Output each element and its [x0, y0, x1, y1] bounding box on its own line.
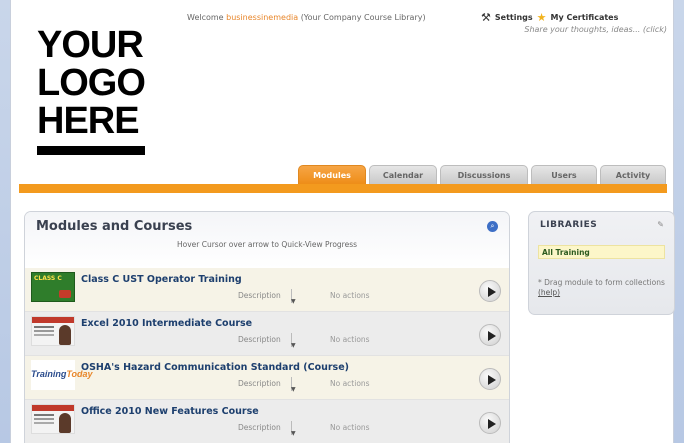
actions-status: No actions [330, 379, 370, 388]
libraries-note-text: * Drag module to form collections [538, 278, 665, 287]
tab-underline-bar [19, 184, 667, 193]
play-button[interactable] [479, 324, 501, 346]
share-feedback-link[interactable]: Share your thoughts, ideas... (click) [524, 25, 667, 34]
panel-title: Modules and Courses [36, 219, 193, 234]
thumbnail-text: Training [31, 369, 67, 379]
course-title-link[interactable]: Excel 2010 Intermediate Course [81, 318, 252, 329]
play-icon [488, 419, 496, 429]
company-logo: YOUR LOGO HERE [37, 26, 155, 155]
chevron-down-icon: ▼ [291, 342, 296, 349]
course-thumbnail: CLASS C [31, 272, 75, 302]
username-link[interactable]: businessinemedia [226, 13, 298, 22]
description-toggle[interactable]: ▼ [291, 377, 299, 393]
course-title-link[interactable]: Office 2010 New Features Course [81, 406, 259, 417]
tab-activity[interactable]: Activity [600, 165, 666, 184]
hover-hint: Hover Cursor over arrow to Quick-View Pr… [176, 240, 358, 249]
library-item-all-training[interactable]: All Training [538, 245, 665, 259]
chevron-down-icon: ▼ [291, 430, 296, 437]
course-thumbnail [31, 316, 75, 346]
course-list: CLASS C Class C UST Operator Training De… [25, 268, 509, 443]
welcome-message: Welcome businessinemedia (Your Company C… [187, 13, 426, 22]
chevron-down-icon: ▼ [291, 298, 296, 305]
presenter-image [59, 413, 71, 433]
help-link[interactable]: (help) [538, 288, 560, 297]
play-button[interactable] [479, 412, 501, 434]
actions-status: No actions [330, 291, 370, 300]
library-label: (Your Company Course Library) [300, 13, 426, 22]
description-toggle[interactable]: ▼ [291, 333, 299, 349]
modules-panel: Modules and Courses ⌕ Hover Cursor over … [24, 211, 510, 443]
libraries-panel: LIBRARIES ✎ All Training * Drag module t… [528, 211, 675, 315]
pin-icon[interactable]: ✎ [657, 220, 664, 229]
logo-line: LOGO [37, 62, 146, 104]
tab-modules[interactable]: Modules [298, 165, 366, 184]
course-row: TrainingToday OSHA's Hazard Communicatio… [25, 356, 509, 400]
tab-discussions[interactable]: Discussions [440, 165, 528, 184]
play-button[interactable] [479, 280, 501, 302]
play-button[interactable] [479, 368, 501, 390]
course-thumbnail [31, 404, 75, 434]
welcome-prefix: Welcome [187, 13, 224, 22]
page: YOUR LOGO HERE Welcome businessinemedia … [10, 0, 675, 443]
libraries-note: * Drag module to form collections (help) [538, 278, 668, 298]
course-title-link[interactable]: OSHA's Hazard Communication Standard (Co… [81, 362, 349, 373]
settings-link[interactable]: Settings [495, 13, 533, 22]
thumbnail-graphic [59, 290, 71, 298]
tab-calendar[interactable]: Calendar [369, 165, 437, 184]
logo-line: HERE [37, 100, 140, 142]
presenter-image [59, 325, 71, 345]
description-toggle[interactable]: ▼ [291, 421, 299, 437]
course-row: Office 2010 New Features Course Descript… [25, 400, 509, 443]
logo-line: YOUR [37, 24, 144, 66]
actions-status: No actions [330, 423, 370, 432]
course-thumbnail: TrainingToday [31, 360, 93, 390]
libraries-title: LIBRARIES [540, 220, 598, 230]
chevron-down-icon: ▼ [291, 386, 296, 393]
play-icon [488, 287, 496, 297]
description-link[interactable]: Description [238, 291, 281, 300]
actions-status: No actions [330, 335, 370, 344]
logo-underline [37, 146, 145, 155]
tab-users[interactable]: Users [531, 165, 597, 184]
star-icon: ★ [536, 11, 547, 24]
play-icon [488, 375, 496, 385]
description-link[interactable]: Description [238, 335, 281, 344]
thumbnail-strip [32, 405, 74, 411]
thumbnail-text-lines [34, 326, 54, 328]
course-row: CLASS C Class C UST Operator Training De… [25, 268, 509, 312]
course-row: Excel 2010 Intermediate Course Descripti… [25, 312, 509, 356]
thumbnail-text: CLASS C [34, 275, 62, 282]
top-nav: ⚒ Settings ★ My Certificates [481, 12, 618, 23]
description-link[interactable]: Description [238, 423, 281, 432]
course-title-link[interactable]: Class C UST Operator Training [81, 274, 242, 285]
description-toggle[interactable]: ▼ [291, 289, 299, 305]
play-icon [488, 331, 496, 341]
thumbnail-strip [32, 317, 74, 323]
my-certificates-link[interactable]: My Certificates [551, 13, 619, 22]
thumbnail-text-lines [34, 414, 54, 416]
search-icon[interactable]: ⌕ [487, 221, 498, 232]
main-tabs: Modules Calendar Discussions Users Activ… [298, 165, 666, 184]
description-link[interactable]: Description [238, 379, 281, 388]
tools-icon: ⚒ [481, 11, 491, 24]
